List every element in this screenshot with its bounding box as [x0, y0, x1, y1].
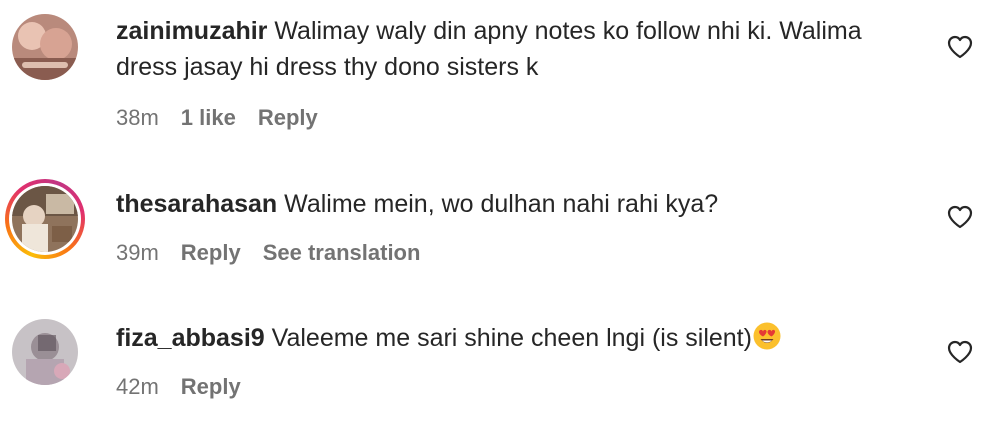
comment-text: fiza_abbasi9 Valeeme me sari shine cheen…: [116, 320, 916, 356]
reply-button[interactable]: Reply: [258, 105, 318, 130]
avatar[interactable]: [12, 14, 78, 80]
comment-meta: 42m Reply: [116, 374, 263, 400]
comment-time[interactable]: 42m: [116, 374, 159, 399]
comment-meta: 38m 1 like Reply: [116, 105, 340, 131]
comment-username[interactable]: thesarahasan: [116, 190, 277, 218]
heart-eyes-emoji-icon: [753, 322, 781, 350]
comment-text: thesarahasan Walime mein, wo dulhan nahi…: [116, 186, 916, 222]
comment-username[interactable]: zainimuzahir: [116, 17, 267, 45]
comment-body: Valeeme me sari shine cheen lngi (is sil…: [271, 324, 752, 352]
story-ring[interactable]: [5, 179, 85, 259]
comment-text: zainimuzahir Walimay waly din apny notes…: [116, 13, 916, 85]
heart-outline-icon[interactable]: [947, 340, 973, 364]
comment-time[interactable]: 39m: [116, 240, 159, 265]
see-translation-button[interactable]: See translation: [263, 240, 421, 265]
comment-meta: 39m Reply See translation: [116, 240, 442, 266]
heart-outline-icon[interactable]: [947, 205, 973, 229]
comment-body: Walime mein, wo dulhan nahi rahi kya?: [284, 190, 719, 218]
reply-button[interactable]: Reply: [181, 374, 241, 399]
comment-likes[interactable]: 1 like: [181, 105, 236, 130]
avatar[interactable]: [12, 319, 78, 385]
comment-time[interactable]: 38m: [116, 105, 159, 130]
avatar[interactable]: [12, 186, 78, 252]
reply-button[interactable]: Reply: [181, 240, 241, 265]
heart-outline-icon[interactable]: [947, 35, 973, 59]
comment-username[interactable]: fiza_abbasi9: [116, 324, 265, 352]
